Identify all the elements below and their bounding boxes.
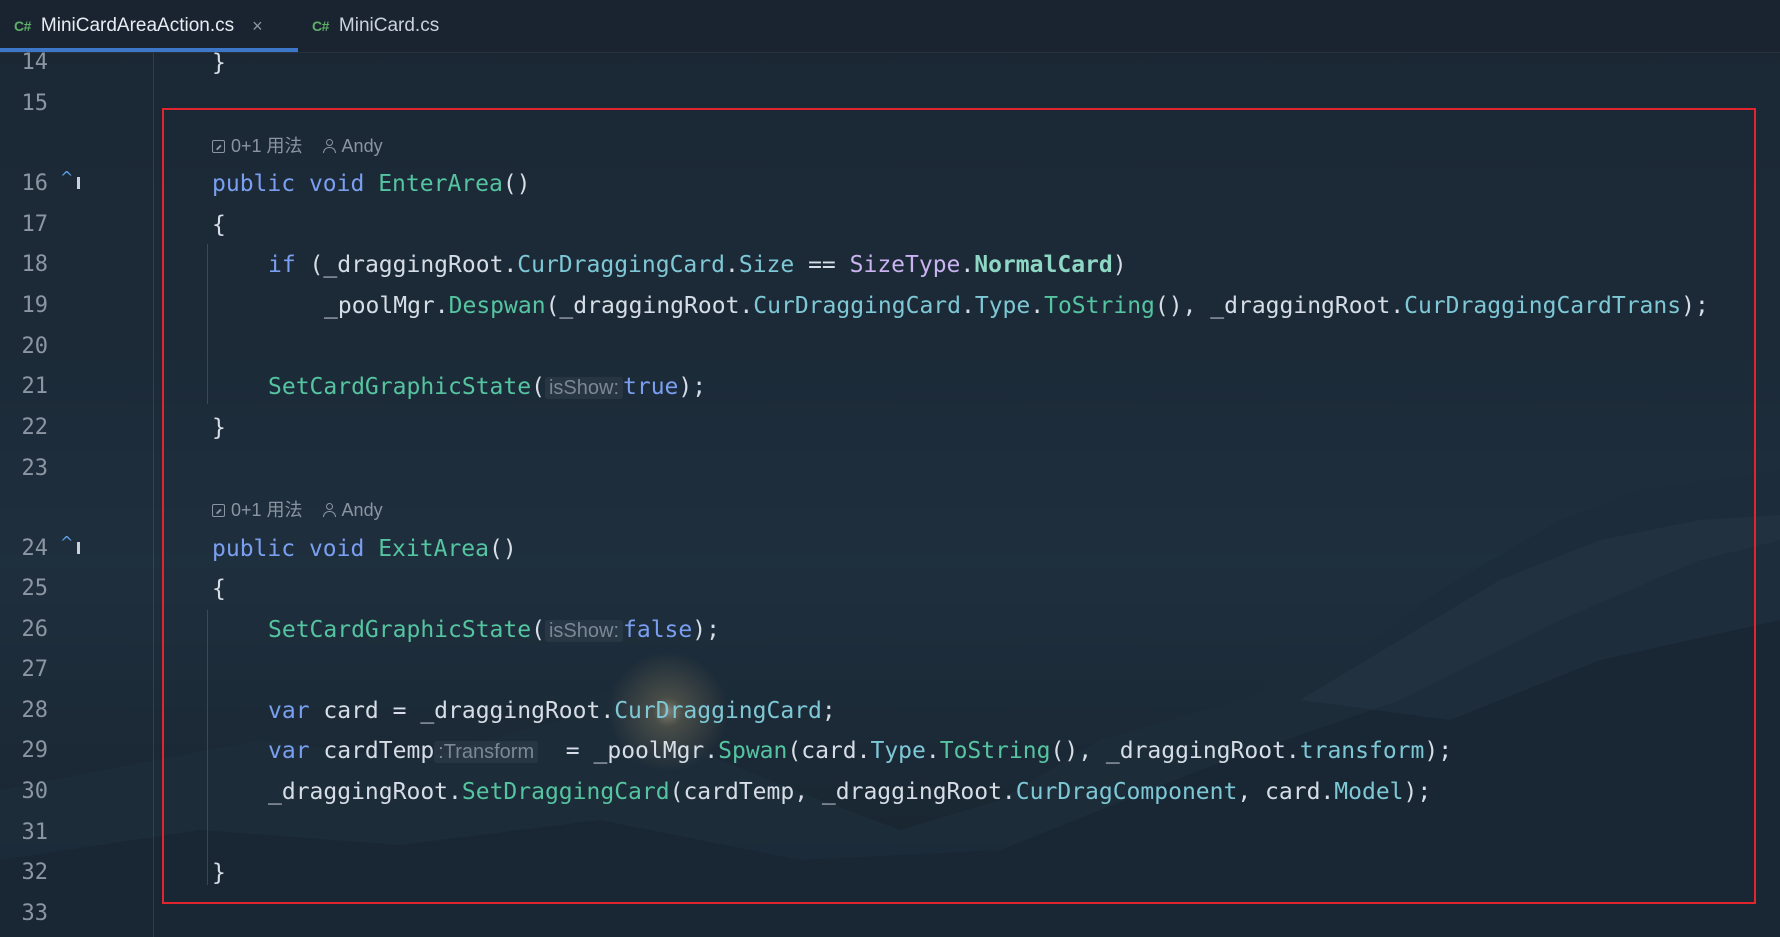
line-number: 20 bbox=[21, 334, 49, 359]
close-icon[interactable]: × bbox=[252, 16, 263, 37]
code-line[interactable]: _draggingRoot.SetDraggingCard(cardTemp, … bbox=[268, 777, 1431, 807]
code-line[interactable]: { bbox=[212, 574, 226, 604]
usages-count[interactable]: 0+1 用法 bbox=[231, 498, 303, 522]
code-line[interactable]: public void ExitArea() bbox=[212, 534, 517, 564]
code-line[interactable]: public void EnterArea() bbox=[212, 169, 531, 199]
editor-tab-bar: C# MiniCardAreaAction.cs × C# MiniCard.c… bbox=[0, 0, 1780, 53]
line-number: 14 bbox=[21, 50, 49, 75]
code-line[interactable]: SetCardGraphicState(isShow: true); bbox=[268, 372, 706, 403]
tab-label: MiniCard.cs bbox=[338, 15, 440, 36]
code-line[interactable]: { bbox=[212, 210, 226, 240]
code-line[interactable]: if (_draggingRoot.CurDraggingCard.Size =… bbox=[268, 250, 1127, 280]
usages-count[interactable]: 0+1 用法 bbox=[231, 134, 303, 158]
line-number: 17 bbox=[21, 212, 49, 237]
code-line[interactable]: } bbox=[212, 413, 226, 443]
parameter-hint: isShow: bbox=[544, 377, 623, 399]
line-number: 27 bbox=[21, 657, 49, 682]
user-icon bbox=[322, 139, 336, 153]
line-number: 25 bbox=[21, 576, 49, 601]
csharp-file-icon: C# bbox=[312, 18, 329, 34]
line-number: 26 bbox=[21, 617, 49, 642]
line-number: 15 bbox=[21, 91, 49, 116]
indent-guide bbox=[207, 610, 208, 885]
code-line[interactable]: _poolMgr.Despwan(_draggingRoot.CurDraggi… bbox=[324, 291, 1709, 321]
code-line[interactable]: SetCardGraphicState(isShow: false); bbox=[268, 615, 720, 646]
author-name[interactable]: Andy bbox=[342, 498, 383, 522]
line-number: 31 bbox=[21, 820, 49, 845]
usages-icon bbox=[212, 139, 225, 153]
type-hint: :Transform bbox=[434, 741, 539, 763]
override-marker-icon[interactable]: ^ bbox=[60, 170, 81, 189]
code-line[interactable]: } bbox=[212, 48, 226, 78]
line-number: 29 bbox=[21, 738, 49, 763]
line-number: 23 bbox=[21, 456, 49, 481]
author-name[interactable]: Andy bbox=[342, 134, 383, 158]
line-number: 30 bbox=[21, 779, 49, 804]
parameter-hint: isShow: bbox=[544, 620, 623, 642]
code-line[interactable]: var cardTemp:Transform = _poolMgr.Spwan(… bbox=[268, 736, 1452, 767]
code-lens[interactable]: 0+1 用法 Andy bbox=[212, 134, 383, 158]
code-line[interactable]: } bbox=[212, 858, 226, 888]
line-number: 18 bbox=[21, 252, 49, 277]
tab-label: MiniCardAreaAction.cs bbox=[40, 15, 235, 36]
indent-guide bbox=[207, 244, 208, 404]
line-number: 22 bbox=[21, 415, 49, 440]
gutter-separator bbox=[153, 52, 154, 937]
code-line[interactable]: var card = _draggingRoot.CurDraggingCard… bbox=[268, 696, 836, 726]
user-icon bbox=[322, 503, 336, 517]
code-lens[interactable]: 0+1 用法 Andy bbox=[212, 498, 383, 522]
line-number: 21 bbox=[21, 374, 49, 399]
tab-minicardareaaction[interactable]: C# MiniCardAreaAction.cs × bbox=[0, 0, 298, 52]
line-number: 33 bbox=[21, 901, 49, 926]
csharp-file-icon: C# bbox=[14, 18, 31, 34]
usages-icon bbox=[212, 503, 225, 517]
line-number: 32 bbox=[21, 860, 49, 885]
line-number: 16 bbox=[21, 171, 49, 196]
line-number: 24 bbox=[21, 536, 49, 561]
line-number: 19 bbox=[21, 293, 49, 318]
override-marker-icon[interactable]: ^ bbox=[60, 535, 81, 554]
tab-minicard[interactable]: C# MiniCard.cs bbox=[298, 0, 453, 52]
line-number: 28 bbox=[21, 698, 49, 723]
